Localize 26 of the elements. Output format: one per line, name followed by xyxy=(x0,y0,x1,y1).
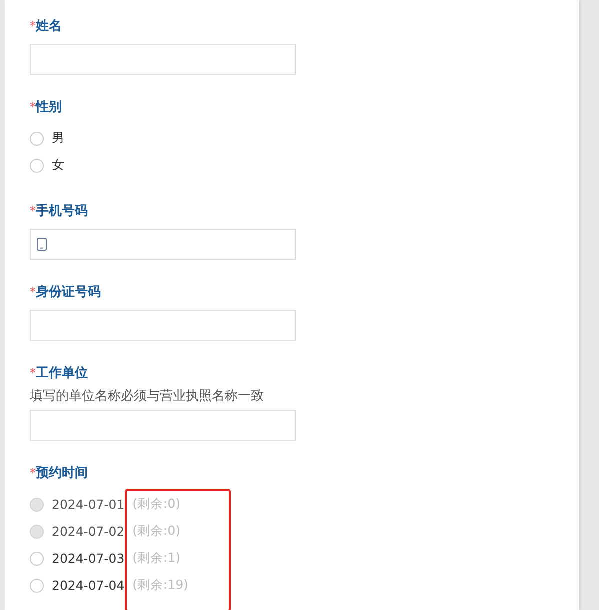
input-field[interactable] xyxy=(30,410,296,441)
required-mark: * xyxy=(30,18,36,35)
radio-option[interactable]: 2024-07-04 (剩余:19) xyxy=(30,572,189,599)
required-mark: * xyxy=(30,465,36,482)
field-label: 姓名 xyxy=(36,18,62,36)
radio-button[interactable] xyxy=(30,158,44,172)
radio-option[interactable]: 男 xyxy=(30,125,65,152)
input-field[interactable] xyxy=(30,229,296,260)
required-mark: * xyxy=(30,284,36,301)
required-mark: * xyxy=(30,365,36,382)
phone-icon xyxy=(37,238,47,251)
field-label: 手机号码 xyxy=(36,202,88,221)
field-label: 身份证号码 xyxy=(36,284,101,302)
radio-button[interactable] xyxy=(30,552,44,566)
field-label: 性别 xyxy=(36,99,62,117)
field-hint: 填写的单位名称必须与营业执照名称一致 xyxy=(30,388,265,406)
radio-button[interactable] xyxy=(30,132,44,146)
field-label: 预约时间 xyxy=(36,465,88,483)
radio-button[interactable] xyxy=(30,578,44,592)
input-field[interactable] xyxy=(30,44,296,75)
field-label: 工作单位 xyxy=(36,365,88,383)
required-mark: * xyxy=(30,99,36,116)
required-mark: * xyxy=(30,203,36,220)
radio-option[interactable]: 2024-07-03 (剩余:1) xyxy=(30,545,181,572)
radio-option[interactable]: 女 xyxy=(30,152,65,179)
input-field[interactable] xyxy=(30,310,296,341)
